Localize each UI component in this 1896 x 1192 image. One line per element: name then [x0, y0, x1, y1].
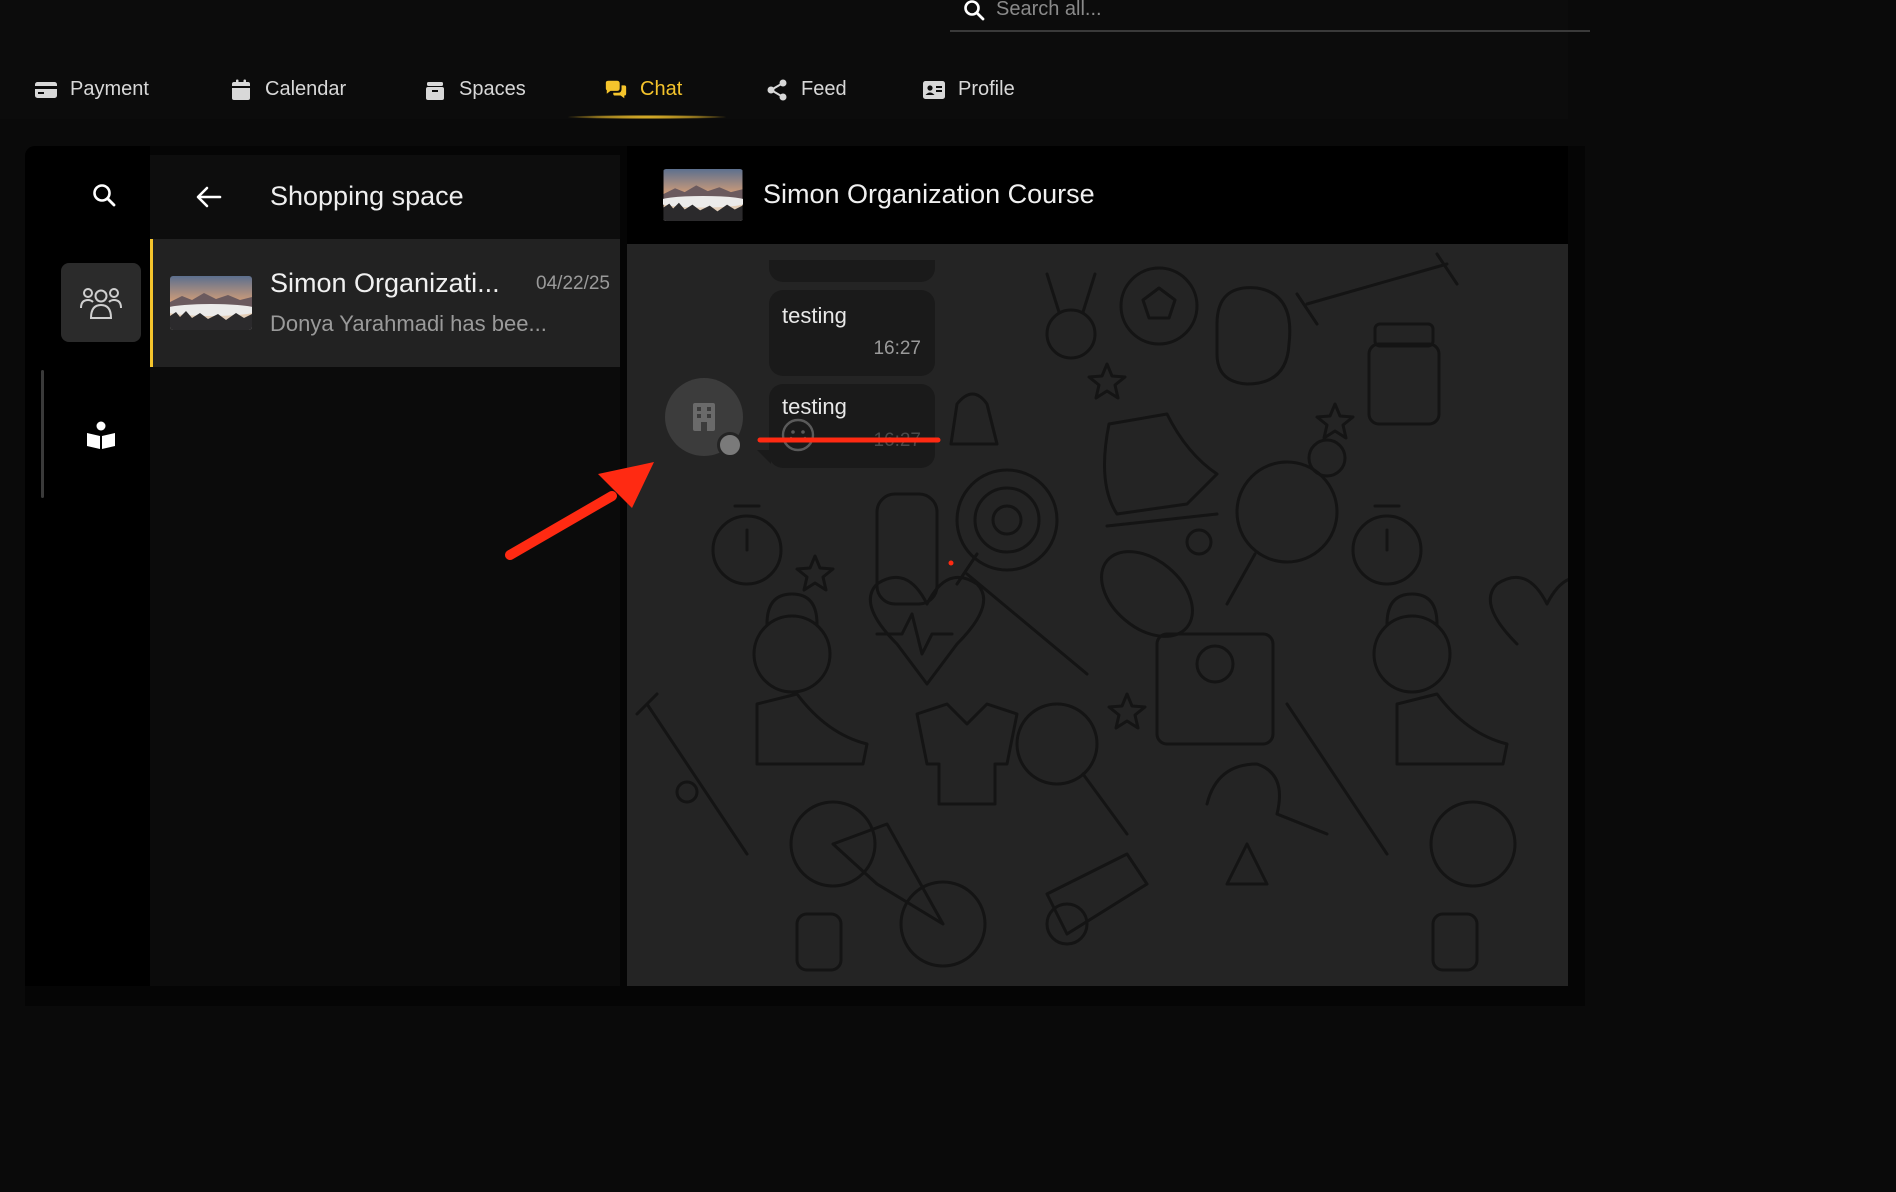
- bubble-tail: [757, 450, 771, 464]
- conversation-thumbnail: [663, 169, 743, 221]
- nav-payment-label: Payment: [70, 78, 149, 100]
- message-text: testing: [782, 394, 847, 419]
- space-title: Shopping space: [270, 181, 464, 211]
- search-icon[interactable]: [91, 182, 117, 208]
- active-tab-indicator: [568, 115, 726, 119]
- nav-profile[interactable]: Profile: [922, 60, 1015, 119]
- chat-date: 04/22/25: [536, 273, 610, 294]
- building-icon: [693, 403, 715, 431]
- calendar-icon: [232, 79, 250, 100]
- search-icon: [964, 0, 985, 21]
- nav-chat-label: Chat: [640, 78, 683, 100]
- nav-calendar[interactable]: Calendar: [229, 60, 346, 119]
- groups-tab-button[interactable]: [61, 263, 141, 342]
- search-input[interactable]: [996, 0, 1496, 24]
- credit-card-icon: [35, 81, 57, 98]
- nav-spaces[interactable]: Spaces: [423, 60, 526, 119]
- chat-last-message: Donya Yarahmadi has bee...: [270, 311, 547, 336]
- conversation-body: testing 16:27 testing 16:27: [627, 244, 1568, 986]
- chat-list-item[interactable]: Simon Organizati... 04/22/25 Donya Yarah…: [150, 239, 620, 367]
- global-search[interactable]: [950, 0, 1590, 32]
- conversation-title: Simon Organization Course: [763, 179, 1095, 209]
- rail-active-indicator: [41, 370, 44, 498]
- chat-thumbnail: [170, 276, 252, 330]
- nav-feed[interactable]: Feed: [765, 60, 847, 119]
- status-indicator: [717, 432, 743, 458]
- icon-rail: [25, 146, 150, 986]
- chat-bubbles-icon: [605, 80, 627, 98]
- message-time: 16:27: [873, 430, 921, 451]
- message-text: testing: [782, 303, 847, 328]
- nav-payment[interactable]: Payment: [34, 60, 149, 119]
- conversation-header: Simon Organization Course: [627, 146, 1568, 244]
- message-bubble[interactable]: testing 16:27: [769, 290, 935, 376]
- message-time: 16:27: [873, 338, 921, 359]
- emoji-reaction-icon[interactable]: [781, 418, 815, 452]
- nav-spaces-label: Spaces: [459, 78, 526, 100]
- book-reader-icon[interactable]: [85, 420, 117, 450]
- share-icon: [767, 79, 787, 100]
- nav-calendar-label: Calendar: [265, 78, 347, 100]
- groups-icon: [80, 287, 122, 319]
- nav-chat[interactable]: Chat: [604, 60, 682, 119]
- message-bubble-previous: [769, 260, 935, 282]
- nav-profile-label: Profile: [958, 78, 1015, 100]
- spaces-icon: [426, 81, 444, 100]
- top-bar: Payment Calendar Spaces Chat: [0, 0, 1590, 119]
- chat-list-panel: Shopping space Simon Organizati... 04/22…: [150, 155, 620, 986]
- back-arrow-icon[interactable]: [194, 182, 224, 212]
- message-bubble[interactable]: testing 16:27: [769, 384, 935, 468]
- chat-list-header: Shopping space: [150, 155, 620, 239]
- chat-name: Simon Organizati...: [270, 268, 500, 298]
- id-card-icon: [923, 80, 945, 99]
- nav-feed-label: Feed: [801, 78, 847, 100]
